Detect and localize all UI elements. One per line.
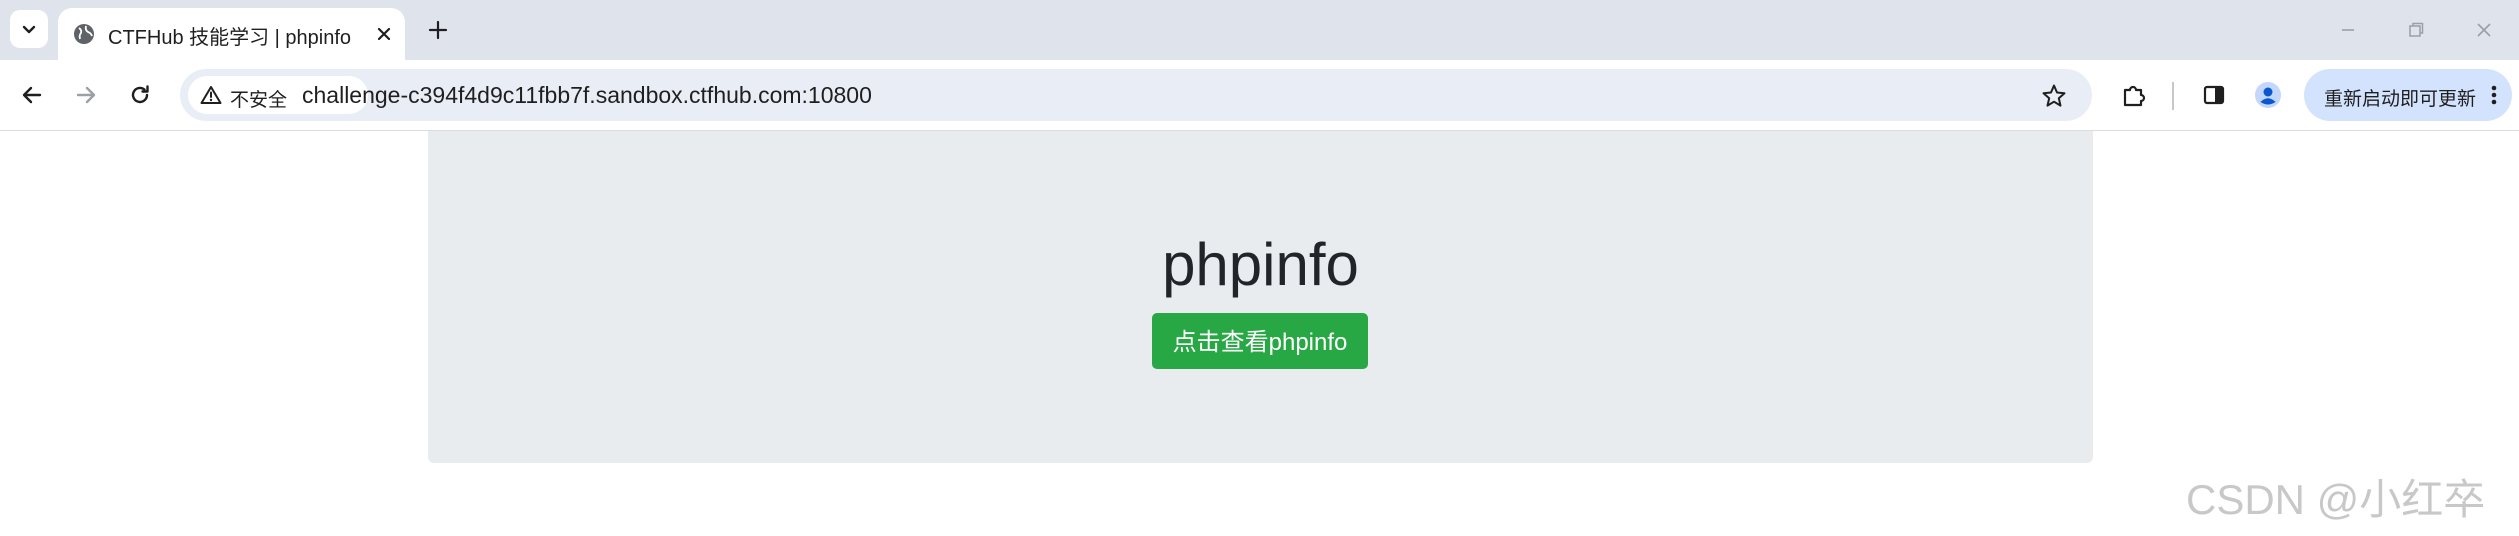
globe-icon (74, 24, 94, 44)
window-close-button[interactable] (2468, 14, 2500, 46)
update-label: 重新启动即可更新 (2324, 89, 2477, 110)
reload-button[interactable] (122, 77, 158, 113)
close-icon (2477, 23, 2491, 37)
back-button[interactable] (14, 77, 50, 113)
arrow-left-icon (22, 86, 42, 104)
jumbotron: phpinfo 点击查看phpinfo (428, 131, 2093, 463)
minimize-icon (2342, 29, 2354, 31)
relaunch-to-update-button[interactable]: 重新启动即可更新 (2304, 69, 2512, 121)
tab-search-button[interactable] (10, 10, 48, 48)
restore-icon (2409, 22, 2424, 37)
page-viewport: phpinfo 点击查看phpinfo CSDN @小红卒 (0, 131, 2519, 536)
new-tab-plus-icon[interactable] (424, 16, 452, 44)
side-panel-button[interactable] (2196, 77, 2232, 113)
security-label: 不安全 (230, 90, 288, 111)
url-host: challenge-c394f4d9c11fbb7f.sandbox.ctfhu… (302, 82, 802, 108)
view-phpinfo-button[interactable]: 点击查看phpinfo (1152, 313, 1368, 369)
star-icon[interactable] (2040, 82, 2068, 110)
browser-toolbar: 不安全 challenge-c394f4d9c11fbb7f.sandbox.c… (0, 60, 2519, 131)
profile-icon (2255, 82, 2281, 108)
tab-title: CTFHub 技能学习 | phpinfo (108, 27, 352, 49)
profile-button[interactable] (2250, 77, 2286, 113)
browser-tab[interactable]: CTFHub 技能学习 | phpinfo (58, 8, 405, 60)
kebab-menu-icon[interactable] (2480, 81, 2508, 109)
address-bar[interactable]: 不安全 challenge-c394f4d9c11fbb7f.sandbox.c… (180, 69, 2092, 121)
tab-close-icon[interactable] (374, 24, 394, 44)
csdn-watermark: CSDN @小红卒 (2186, 476, 2486, 523)
puzzle-icon (2123, 85, 2146, 107)
arrow-right-icon (76, 86, 96, 104)
side-panel-icon (2203, 85, 2225, 105)
tab-strip: CTFHub 技能学习 | phpinfo (0, 0, 2519, 60)
warning-triangle-icon (200, 86, 222, 104)
url-text[interactable]: challenge-c394f4d9c11fbb7f.sandbox.ctfhu… (302, 82, 872, 109)
extensions-button[interactable] (2116, 77, 2152, 113)
toolbar-divider (2172, 82, 2174, 110)
reload-icon (131, 85, 149, 104)
forward-button[interactable] (68, 77, 104, 113)
chevron-down-icon (22, 25, 36, 34)
page-heading: phpinfo (1162, 231, 1359, 298)
restore-button[interactable] (2400, 14, 2432, 46)
minimize-button[interactable] (2332, 14, 2364, 46)
url-port: :10800 (801, 82, 872, 108)
